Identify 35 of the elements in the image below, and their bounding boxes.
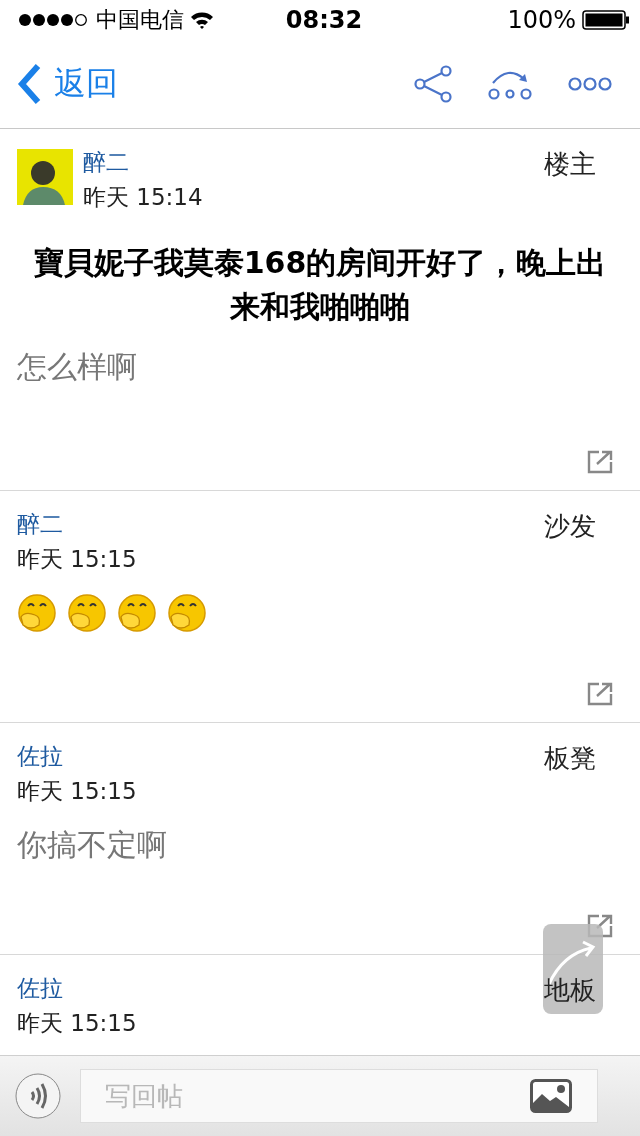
- floor-label: 板凳: [544, 742, 596, 775]
- emoji-icon: [167, 593, 207, 633]
- battery-percent: 100%: [507, 6, 576, 34]
- external-link-icon[interactable]: [587, 682, 613, 706]
- back-button[interactable]: 返回: [16, 62, 118, 106]
- post-time: 昨天 15:15: [17, 777, 137, 806]
- floor-label: 沙发: [544, 510, 596, 543]
- emoji-icon: [17, 593, 57, 633]
- scroll-top-button[interactable]: [543, 924, 603, 1014]
- external-link-icon[interactable]: [587, 450, 613, 474]
- post-time: 昨天 15:15: [17, 1009, 137, 1038]
- post-title: 寶貝妮子我莫泰168的房间开好了，晚上出来和我啪啪啪: [32, 244, 608, 326]
- image-icon[interactable]: [530, 1079, 572, 1113]
- battery-icon: [582, 10, 630, 30]
- author-name[interactable]: 醉二: [17, 509, 63, 540]
- floor-label: 楼主: [544, 148, 596, 181]
- avatar[interactable]: [17, 149, 73, 205]
- emoji-icon: [67, 593, 107, 633]
- emoji-icon: [117, 593, 157, 633]
- author-name[interactable]: 佐拉: [17, 741, 63, 772]
- author-name[interactable]: 佐拉: [17, 973, 63, 1004]
- signal-icon: [18, 13, 90, 27]
- post-text: 怎么样啊: [17, 348, 137, 386]
- post-text: 你搞不定啊: [17, 826, 167, 864]
- floor-label: 地板: [544, 974, 596, 1007]
- post-time: 昨天 15:15: [17, 545, 137, 574]
- reply-field[interactable]: 写回帖: [80, 1069, 598, 1123]
- wifi-icon: [190, 11, 214, 29]
- share-icon[interactable]: [414, 65, 452, 103]
- author-name[interactable]: 醉二: [83, 147, 129, 178]
- post-time: 昨天 15:14: [83, 183, 203, 212]
- voice-button[interactable]: [14, 1072, 62, 1120]
- more-icon[interactable]: [568, 76, 612, 92]
- carrier: 中国电信: [96, 6, 184, 34]
- clock: 08:32: [285, 6, 363, 34]
